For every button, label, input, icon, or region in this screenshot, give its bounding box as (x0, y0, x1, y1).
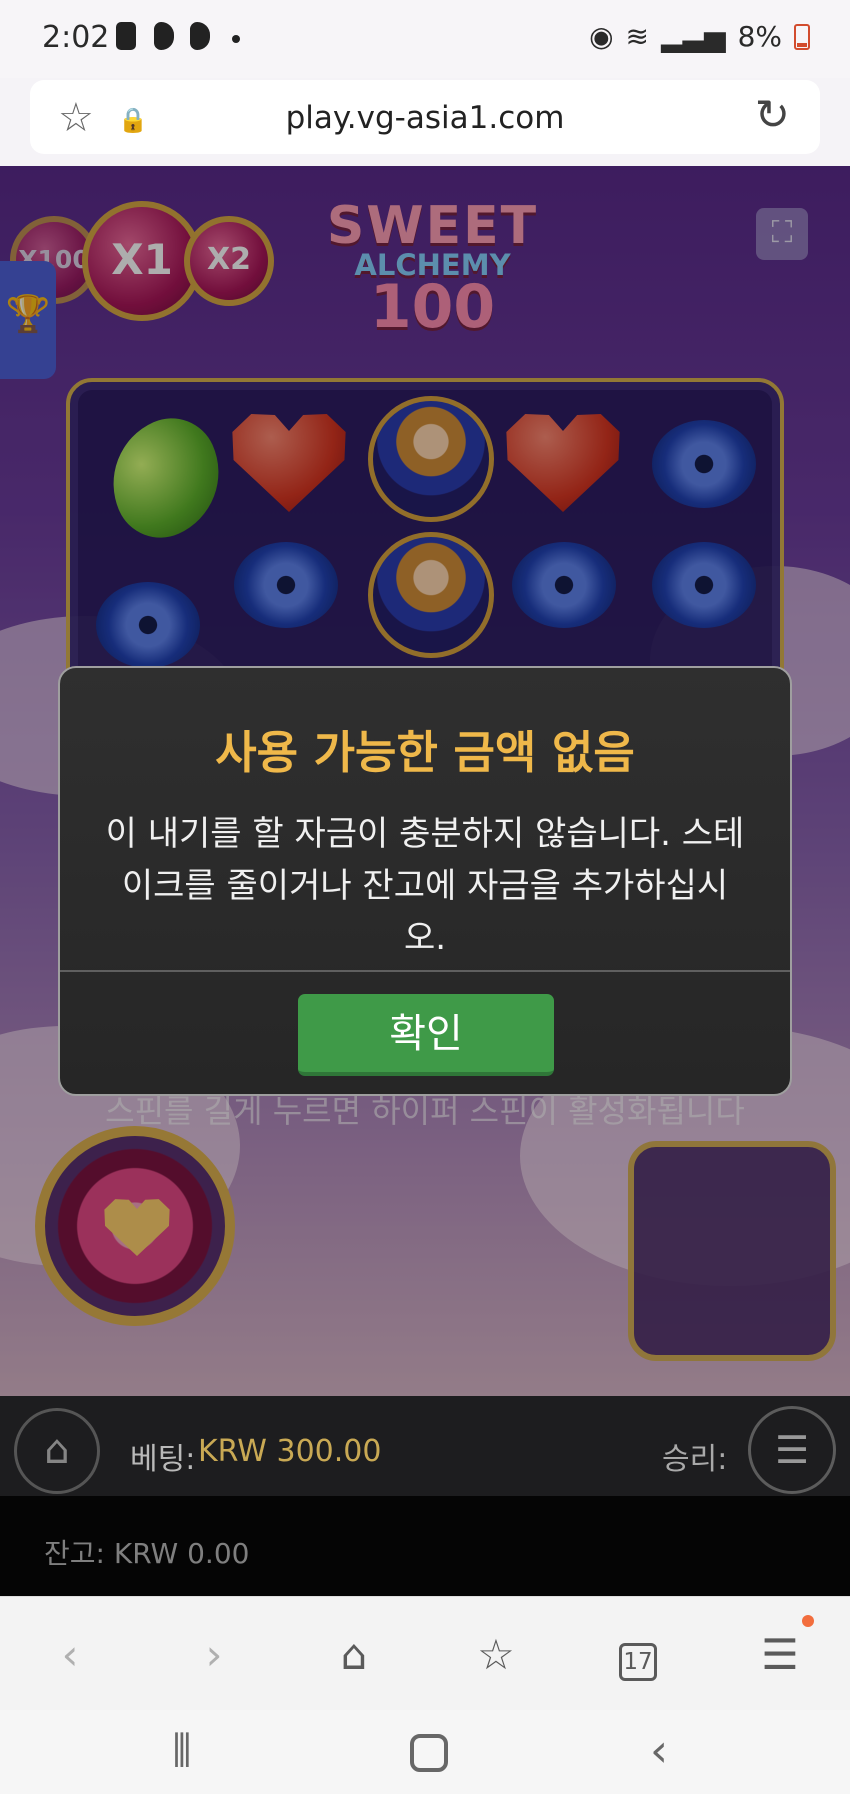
wifi-icon: ≋ (625, 20, 649, 53)
battery-percentage: 8% (737, 20, 782, 53)
dialog-divider (60, 970, 790, 972)
game-bottom-bar: ⌂ 베팅: KRW 300.00 승리: ☰ (0, 1396, 850, 1496)
dialog-message-line: 이크를 줄이거나 잔고에 자금을 추가하십시오. (121, 866, 729, 958)
system-back-icon[interactable]: ‹ (650, 1724, 668, 1777)
recent-apps-icon[interactable]: ⦀ (172, 1724, 192, 1778)
bookmarks-icon[interactable]: ☆ (470, 1629, 522, 1681)
bet-label: 베팅: (130, 1442, 196, 1477)
confirm-button[interactable]: 확인 (298, 994, 554, 1076)
browser-menu-icon[interactable]: ☰ (754, 1629, 806, 1681)
home-icon[interactable]: ⌂ (14, 1408, 100, 1494)
balance-bar: 잔고: KRW 0.00 (0, 1496, 850, 1596)
balance-label: 잔고: KRW 0.00 (44, 1537, 250, 1570)
system-home-icon[interactable] (410, 1734, 448, 1772)
recording-icon: ◉ (589, 20, 614, 53)
menu-icon[interactable]: ☰ (748, 1406, 836, 1494)
status-time: 2:02 (42, 20, 110, 55)
slot-game-canvas[interactable]: X100 X1 X2 SWEET ALCHEMY 100 ⛶ 🏆 스핀를 길게 … (0, 166, 850, 1396)
notification-icon (116, 22, 136, 50)
browser-navigation-bar: ‹ › ⌂ ☆ 17 ☰ (0, 1596, 850, 1710)
tabs-button[interactable]: 17 (612, 1629, 664, 1681)
android-system-navigation: ⦀ ‹ (0, 1710, 850, 1794)
menu-notification-dot (802, 1615, 814, 1627)
forward-icon[interactable]: › (188, 1629, 240, 1681)
browser-address-bar[interactable]: ☆ 🔒 play.vg-asia1.com ↻ (30, 80, 820, 154)
notification-b-icon (154, 22, 174, 50)
status-icons: ◉ ≋ ▂▃▅ 8% (589, 20, 810, 53)
back-icon[interactable]: ‹ (44, 1629, 96, 1681)
more-notifications-dot (232, 35, 240, 43)
notification-b-icon (190, 22, 210, 50)
dialog-message-line: 이 내기를 할 자금이 충분하지 않습니다. 스테 (105, 814, 745, 854)
insufficient-funds-dialog: 사용 가능한 금액 없음 이 내기를 할 자금이 충분하지 않습니다. 스테 이… (58, 666, 792, 1096)
dialog-message: 이 내기를 할 자금이 충분하지 않습니다. 스테 이크를 줄이거나 잔고에 자… (102, 808, 748, 964)
bet-value[interactable]: KRW 300.00 (198, 1434, 381, 1469)
browser-home-icon[interactable]: ⌂ (328, 1629, 380, 1681)
dialog-title: 사용 가능한 금액 없음 (215, 726, 635, 779)
win-label: 승리: (662, 1442, 728, 1477)
tab-count: 17 (619, 1643, 657, 1681)
phone-status-bar: 2:02 ◉ ≋ ▂▃▅ 8% (0, 0, 850, 78)
refresh-icon[interactable]: ↻ (755, 90, 790, 139)
signal-icon: ▂▃▅ (660, 20, 726, 53)
url-text[interactable]: play.vg-asia1.com (30, 100, 820, 136)
battery-icon (794, 23, 810, 50)
